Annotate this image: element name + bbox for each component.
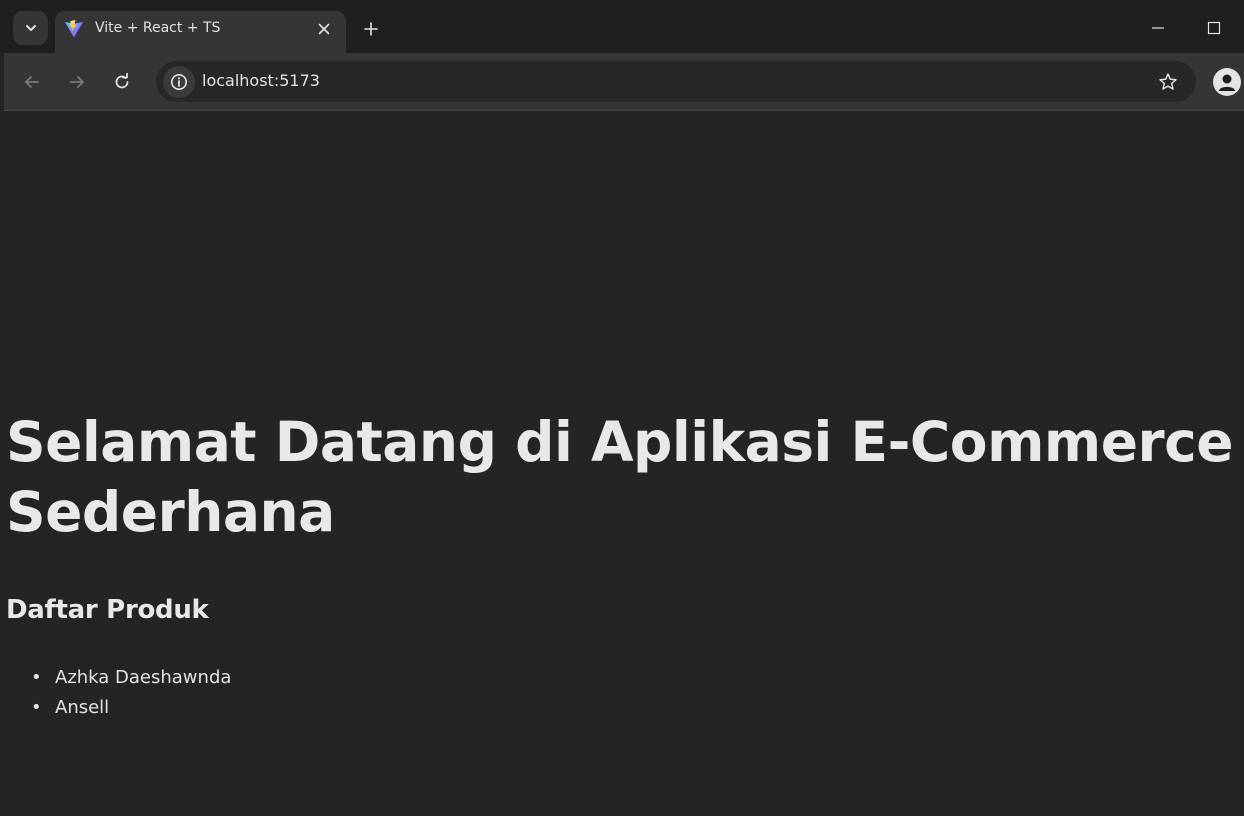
minimize-icon — [1152, 27, 1164, 29]
browser-toolbar: localhost:5173 — [4, 53, 1244, 111]
list-item: Ansell — [31, 693, 231, 723]
list-item: Azhka Daeshawnda — [31, 663, 231, 693]
maximize-button[interactable] — [1196, 10, 1232, 46]
products-heading: Daftar Produk — [6, 595, 209, 625]
address-bar[interactable]: localhost:5173 — [156, 61, 1196, 102]
info-icon — [171, 74, 187, 90]
url-text[interactable]: localhost:5173 — [202, 71, 320, 90]
back-button[interactable] — [15, 65, 49, 99]
bookmark-button[interactable] — [1154, 68, 1182, 96]
chevron-down-icon — [25, 25, 36, 31]
tab-search-button[interactable] — [13, 11, 48, 45]
close-icon — [318, 23, 330, 35]
arrow-right-icon — [70, 76, 84, 88]
page-content: Selamat Datang di Aplikasi E-Commerce Se… — [4, 112, 1244, 816]
page-title: Selamat Datang di Aplikasi E-Commerce Se… — [6, 410, 1234, 544]
minimize-button[interactable] — [1140, 10, 1176, 46]
new-tab-button[interactable] — [356, 14, 386, 44]
active-tab[interactable]: Vite + React + TS — [55, 11, 346, 53]
star-icon — [1159, 73, 1177, 90]
reload-button[interactable] — [105, 65, 139, 99]
tab-title: Vite + React + TS — [95, 20, 221, 36]
person-icon — [1219, 74, 1235, 91]
tab-close-button[interactable] — [313, 18, 335, 40]
tab-strip: Vite + React + TS — [0, 0, 1244, 53]
profile-button[interactable] — [1213, 68, 1241, 96]
vite-logo-icon — [65, 20, 83, 38]
site-info-button[interactable] — [163, 66, 195, 98]
reload-icon — [115, 73, 129, 89]
maximize-icon — [1207, 21, 1221, 35]
arrow-left-icon — [25, 76, 39, 88]
product-list: Azhka Daeshawnda Ansell — [31, 663, 231, 723]
forward-button[interactable] — [60, 65, 94, 99]
plus-icon — [364, 22, 378, 36]
